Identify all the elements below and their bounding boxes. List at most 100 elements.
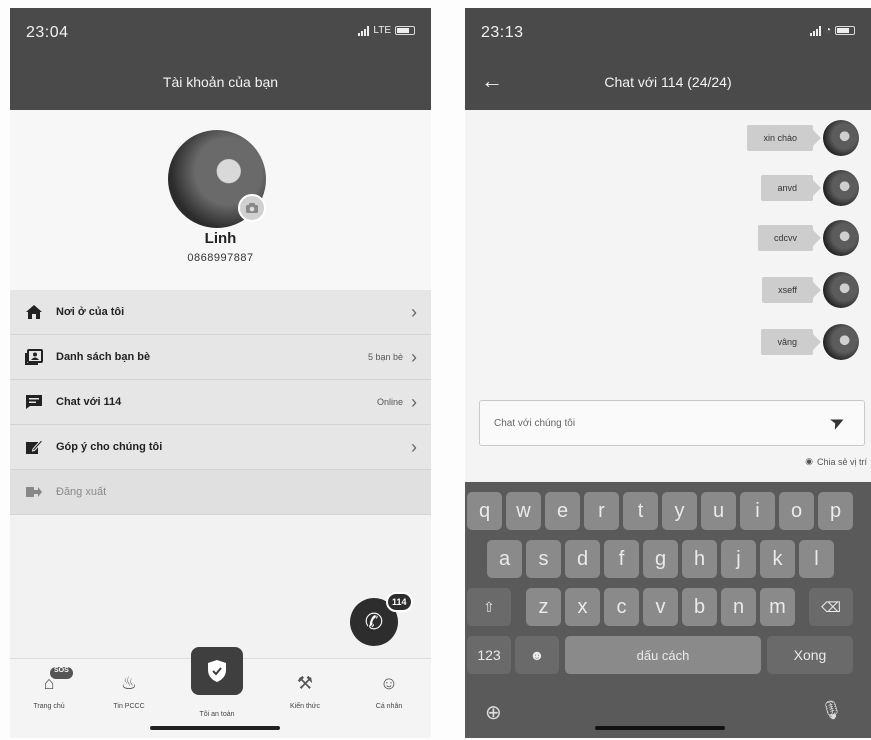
nav-label: Tin PCCC (113, 703, 145, 710)
menu-item-label: Nơi ở của tôi (56, 306, 125, 318)
key-b[interactable]: b (682, 588, 717, 626)
key-y[interactable]: y (662, 492, 697, 530)
key-n[interactable]: n (721, 588, 756, 626)
home-outline-icon: ⌂ (43, 673, 55, 693)
backspace-key[interactable]: ⌫ (809, 588, 853, 626)
key-l[interactable]: l (799, 540, 834, 578)
key-u[interactable]: u (701, 492, 736, 530)
key-w[interactable]: w (506, 492, 541, 530)
menu-item-label: Chat với 114 (56, 396, 122, 408)
message-item: xseff (762, 272, 859, 308)
logout-button[interactable]: Đăng xuất (10, 470, 431, 515)
numbers-key[interactable]: 123 (467, 636, 511, 674)
menu-item-feedback[interactable]: Góp ý cho chúng tôi › (10, 425, 431, 470)
shift-icon: ⇧ (483, 598, 495, 615)
avatar (823, 120, 859, 156)
back-arrow-icon[interactable]: ← (481, 68, 503, 94)
nav-label: Kiến thức (290, 703, 320, 710)
chevron-right-icon: › (411, 346, 417, 367)
status-time: 23:13 (481, 24, 524, 41)
message-item: anvd (761, 170, 859, 206)
key-q[interactable]: q (467, 492, 502, 530)
network-type: LTE (373, 25, 391, 36)
emoji-key[interactable]: ☻ (515, 636, 559, 674)
nav-safe[interactable]: Tôi an toàn (182, 705, 252, 718)
home-indicator (150, 726, 280, 730)
key-x[interactable]: x (565, 588, 600, 626)
chevron-right-icon: › (411, 391, 417, 412)
key-d[interactable]: d (565, 540, 600, 578)
emoji-icon: ☻ (529, 647, 545, 663)
chevron-right-icon: › (411, 301, 417, 322)
status-indicators: LTE (358, 25, 415, 36)
key-z[interactable]: z (526, 588, 561, 626)
message-bubble: vâng (761, 329, 821, 355)
status-bar: 23:13 ◔ (465, 8, 871, 54)
shield-icon[interactable] (191, 647, 243, 695)
phone-icon: ✆ (364, 609, 384, 634)
key-t[interactable]: t (623, 492, 658, 530)
smile-icon: ☺ (379, 673, 399, 693)
microphone-icon[interactable]: 🎙 (820, 700, 843, 721)
account-menu: Nơi ở của tôi › Danh sách bạn bè 5 bạn b… (10, 290, 431, 515)
status-time: 23:04 (26, 24, 69, 41)
key-i[interactable]: i (740, 492, 775, 530)
key-j[interactable]: j (721, 540, 756, 578)
key-k[interactable]: k (760, 540, 795, 578)
done-key[interactable]: Xong (767, 636, 853, 674)
page-header: Tài khoản của bạn (10, 54, 431, 110)
message-bubble: cdcvv (757, 225, 822, 251)
chat-title: Chat với 114 (24/24) (604, 74, 732, 90)
message-bubble: xin chào (747, 125, 821, 151)
space-key[interactable]: dấu cách (565, 636, 761, 674)
share-location-label: Chia sẻ vị trí (816, 456, 867, 467)
key-h[interactable]: h (682, 540, 717, 578)
message-item: vâng (761, 324, 859, 360)
key-r[interactable]: r (584, 492, 619, 530)
message-bubble: xseff (762, 277, 821, 303)
globe-icon[interactable]: ⊕ (485, 700, 502, 725)
fire-icon: ♨ (120, 673, 138, 693)
key-o[interactable]: o (779, 492, 814, 530)
nav-label: Cá nhân (375, 703, 403, 710)
status-indicators: ◔ (809, 25, 855, 36)
message-bubble: anvd (761, 175, 821, 201)
message-list: xin chào anvd cdcvv xseff vâng (465, 110, 871, 380)
key-v[interactable]: v (643, 588, 678, 626)
key-c[interactable]: c (604, 588, 639, 626)
location-icon: ◉ (805, 456, 813, 466)
key-a[interactable]: a (487, 540, 522, 578)
nav-personal[interactable]: ☺ Cá nhân (354, 673, 424, 710)
screenshot-stage: 23:04 LTE Tài khoản của bạn Linh 0868997… (0, 0, 871, 740)
account-screen: 23:04 LTE Tài khoản của bạn Linh 0868997… (10, 8, 431, 738)
avatar (823, 220, 859, 256)
avatar (823, 324, 859, 360)
chat-icon (24, 393, 44, 411)
status-bar: 23:04 LTE (10, 8, 431, 54)
share-location-button[interactable]: ◉ Chia sẻ vị trí (805, 456, 867, 467)
key-f[interactable]: f (604, 540, 639, 578)
avatar (823, 272, 859, 308)
key-g[interactable]: g (643, 540, 678, 578)
key-p[interactable]: p (818, 492, 853, 530)
camera-icon[interactable] (238, 194, 266, 222)
home-indicator (595, 726, 725, 730)
key-e[interactable]: e (545, 492, 580, 530)
chat-input[interactable] (479, 400, 865, 446)
shift-key[interactable]: ⇧ (467, 588, 511, 626)
call-114-badge: 114 (386, 592, 413, 612)
profile-section: Linh 0868997887 (10, 110, 431, 290)
menu-item-my-residence[interactable]: Nơi ở của tôi › (10, 290, 431, 335)
backspace-icon: ⌫ (821, 598, 841, 615)
nav-home[interactable]: ⌂ Trang chủ (14, 673, 84, 710)
key-s[interactable]: s (526, 540, 561, 578)
menu-item-chat-114[interactable]: Chat với 114 Online › (10, 380, 431, 425)
nav-news[interactable]: ♨ Tin PCCC (94, 673, 164, 710)
signal-icon (358, 25, 370, 36)
friends-count: 5 bạn bè (367, 352, 403, 362)
logout-icon (24, 483, 44, 501)
nav-knowledge[interactable]: ⚒ Kiến thức (270, 673, 340, 710)
key-m[interactable]: m (760, 588, 795, 626)
wifi-icon: ◔ (824, 25, 831, 36)
menu-item-friends[interactable]: Danh sách bạn bè 5 bạn bè › (10, 335, 431, 380)
